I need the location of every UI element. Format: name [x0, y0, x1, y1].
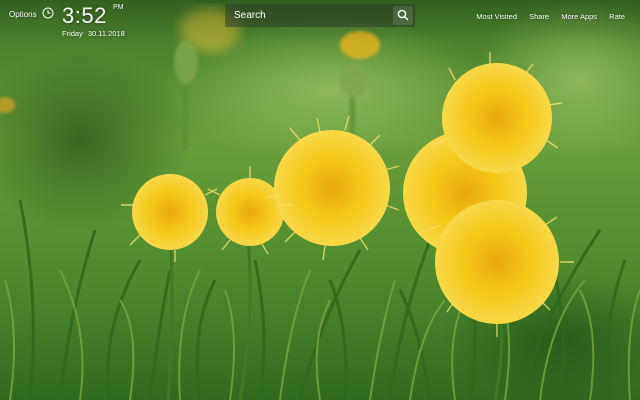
search-input[interactable] [225, 4, 390, 27]
search-icon [397, 9, 409, 21]
new-tab-page: Options 3:52 PM Friday 30.11.2018 Most Vi… [0, 0, 640, 400]
rate-link[interactable]: Rate [609, 12, 625, 21]
weekday-label: Friday [62, 29, 83, 38]
date-display: Friday 30.11.2018 [62, 29, 125, 38]
most-visited-link[interactable]: Most Visited [476, 12, 517, 21]
clock-icon[interactable] [42, 7, 54, 19]
options-link[interactable]: Options [9, 10, 37, 19]
search-box [225, 4, 415, 27]
more-apps-link[interactable]: More Apps [561, 12, 597, 21]
clock-period: PM [113, 4, 124, 11]
top-nav-links: Most Visited Share More Apps Rate [466, 12, 625, 21]
wallpaper-image [0, 0, 640, 400]
clock-time: 3:52 [62, 3, 107, 28]
search-button[interactable] [393, 6, 413, 25]
share-link[interactable]: Share [529, 12, 549, 21]
date-label: 30.11.2018 [87, 29, 125, 38]
